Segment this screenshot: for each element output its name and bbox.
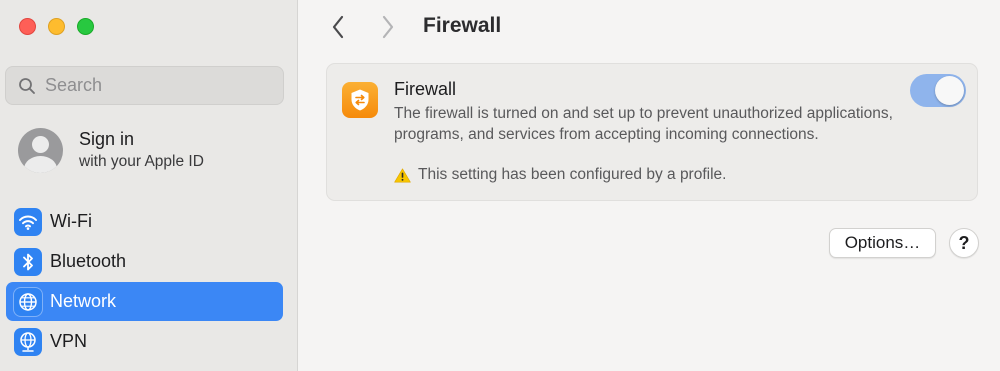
profile-warning: This setting has been configured by a pr… xyxy=(394,166,726,184)
help-button[interactable]: ? xyxy=(949,228,979,258)
firewall-card: Firewall The firewall is turned on and s… xyxy=(326,63,978,201)
account-title: Sign in xyxy=(79,129,135,149)
sidebar-item-wifi[interactable]: Wi-Fi xyxy=(6,202,283,241)
sidebar-item-label: Network xyxy=(50,291,117,311)
profile-warning-text: This setting has been configured by a pr… xyxy=(418,166,727,183)
search-icon xyxy=(19,77,35,94)
wifi-icon xyxy=(14,207,42,236)
account-subtitle: with your Apple ID xyxy=(79,153,204,170)
firewall-shield-icon xyxy=(342,82,378,118)
sidebar-item-label: VPN xyxy=(50,331,88,351)
chevron-right-icon xyxy=(382,15,394,39)
firewall-title: Firewall xyxy=(394,79,457,99)
sidebar-item-label: Wi-Fi xyxy=(50,211,92,231)
close-window-button[interactable] xyxy=(19,18,36,35)
options-button[interactable]: Options… xyxy=(829,228,936,258)
system-settings-window: Sign in with your Apple ID Wi-Fi xyxy=(0,0,1000,371)
apple-id-sign-in[interactable]: Sign in with your Apple ID xyxy=(18,128,204,173)
sidebar-item-network[interactable]: Network xyxy=(6,282,283,321)
forward-button[interactable] xyxy=(376,14,400,40)
search-input[interactable] xyxy=(45,75,265,96)
maximize-window-button[interactable] xyxy=(77,18,94,35)
sidebar-nav: Wi-Fi Bluetooth Network VPN xyxy=(6,202,283,362)
bluetooth-icon xyxy=(14,247,42,276)
minimize-window-button[interactable] xyxy=(48,18,65,35)
chevron-left-icon xyxy=(332,15,344,39)
sidebar-item-label: Bluetooth xyxy=(50,251,127,271)
sidebar: Sign in with your Apple ID Wi-Fi xyxy=(0,0,298,371)
main-content: Firewall Firewall The firewall is turned… xyxy=(298,0,1000,371)
globe-icon xyxy=(14,287,42,316)
back-button[interactable] xyxy=(326,14,350,40)
sidebar-item-vpn[interactable]: VPN xyxy=(6,322,283,361)
account-text: Sign in with your Apple ID xyxy=(79,128,204,173)
window-controls xyxy=(19,18,94,35)
firewall-toggle[interactable] xyxy=(910,74,966,107)
toggle-knob xyxy=(935,76,964,105)
vpn-globe-icon xyxy=(14,327,42,356)
sidebar-item-bluetooth[interactable]: Bluetooth xyxy=(6,242,283,281)
search-field[interactable] xyxy=(5,66,284,105)
user-avatar-icon xyxy=(18,128,63,173)
warning-triangle-icon xyxy=(394,168,411,182)
toolbar: Firewall xyxy=(298,0,1000,52)
firewall-description: The firewall is turned on and set up to … xyxy=(394,105,893,143)
page-title: Firewall xyxy=(423,14,502,37)
